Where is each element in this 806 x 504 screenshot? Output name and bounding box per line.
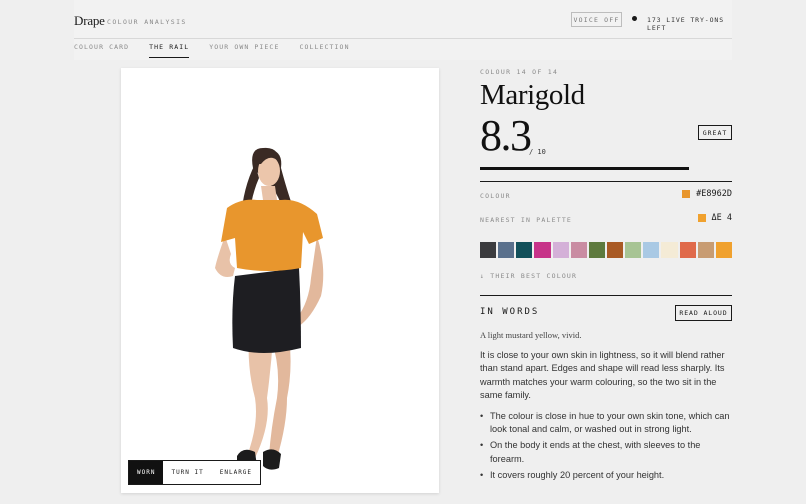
tab-collection[interactable]: COLLECTION bbox=[299, 41, 349, 58]
best-colour-link[interactable]: ↓ THEIR BEST COLOUR bbox=[480, 272, 732, 280]
score-row: 8.3 / 10 GREAT bbox=[480, 111, 732, 164]
header-divider bbox=[74, 38, 732, 39]
colour-hex: #E8962D bbox=[696, 189, 732, 199]
nearest-swatch-icon bbox=[697, 214, 706, 222]
worn-button[interactable]: WORN bbox=[129, 461, 164, 484]
palette-swatch[interactable] bbox=[643, 242, 660, 258]
palette-swatch[interactable] bbox=[534, 242, 551, 258]
palette-swatch[interactable] bbox=[570, 242, 587, 258]
palette-swatch[interactable] bbox=[552, 242, 569, 258]
palette-swatch[interactable] bbox=[661, 242, 678, 258]
brand-logo[interactable]: Drape bbox=[74, 13, 105, 29]
palette-swatch[interactable] bbox=[606, 242, 624, 258]
score-bar bbox=[480, 167, 732, 170]
colour-name: Marigold bbox=[480, 79, 585, 111]
voice-toggle-button[interactable]: VOICE OFF bbox=[571, 12, 622, 27]
palette-swatch[interactable] bbox=[679, 242, 696, 258]
list-item: On the body it ends at the chest, with s… bbox=[480, 439, 732, 466]
nearest-delta: ΔE 4 bbox=[711, 213, 732, 223]
tab-bar: COLOUR CARD THE RAIL YOUR OWN PIECE COLL… bbox=[74, 41, 370, 58]
description-bullets: The colour is close in hue to your own s… bbox=[480, 410, 732, 483]
list-item: It covers roughly 20 percent of your hei… bbox=[480, 469, 732, 483]
tryons-remaining: 173 LIVE TRY-ONS LEFT bbox=[647, 16, 725, 32]
palette-swatch[interactable] bbox=[480, 242, 497, 258]
palette-swatch[interactable] bbox=[625, 242, 642, 258]
list-item: The colour is close in hue to your own s… bbox=[480, 410, 732, 437]
photo-view-controls: WORN TURN IT ENLARGE bbox=[128, 460, 262, 485]
colour-detail-panel: COLOUR 14 OF 14 Marigold 8.3 / 10 GREAT … bbox=[480, 68, 732, 486]
status-dot-icon bbox=[632, 16, 637, 21]
top-bar: Drape COLOUR ANALYSIS VOICE OFF 173 LIVE… bbox=[74, 0, 732, 60]
colour-value: #E8962D bbox=[682, 189, 732, 199]
nearest-row: NEAREST IN PALETTE ΔE 4 bbox=[480, 206, 732, 230]
nearest-value: ΔE 4 bbox=[697, 213, 732, 223]
description-paragraph: It is close to your own skin in lightnes… bbox=[480, 350, 725, 401]
colour-counter: COLOUR 14 OF 14 bbox=[480, 68, 559, 76]
palette-swatch[interactable] bbox=[516, 242, 533, 258]
turn-it-button[interactable]: TURN IT bbox=[163, 461, 211, 484]
brand-subtitle: COLOUR ANALYSIS bbox=[107, 18, 187, 26]
score-out-of: / 10 bbox=[529, 148, 546, 156]
palette-swatch[interactable] bbox=[715, 242, 732, 258]
tab-colour-card[interactable]: COLOUR CARD bbox=[74, 41, 129, 58]
score-bar-fill bbox=[480, 167, 690, 170]
colour-row: COLOUR #E8962D bbox=[480, 182, 732, 206]
palette-swatch[interactable] bbox=[588, 242, 605, 258]
score-value: 8.3 bbox=[480, 111, 532, 160]
read-aloud-button[interactable]: READ ALOUD bbox=[675, 305, 732, 321]
try-on-photo: WORN TURN IT ENLARGE bbox=[121, 68, 439, 493]
in-words-title: IN WORDS bbox=[480, 307, 540, 317]
palette-swatch[interactable] bbox=[498, 242, 515, 258]
palette-swatch[interactable] bbox=[697, 242, 714, 258]
palette-swatches bbox=[480, 242, 732, 258]
tab-the-rail[interactable]: THE RAIL bbox=[149, 41, 190, 58]
rating-badge: GREAT bbox=[698, 125, 732, 140]
in-words-header: IN WORDS READ ALOUD bbox=[480, 296, 732, 326]
nearest-label: NEAREST IN PALETTE bbox=[480, 216, 573, 224]
enlarge-button[interactable]: ENLARGE bbox=[212, 461, 260, 484]
tab-your-own-piece[interactable]: YOUR OWN PIECE bbox=[209, 41, 279, 58]
model-illustration bbox=[215, 147, 324, 470]
colour-swatch-icon bbox=[682, 190, 691, 198]
colour-tagline: A light mustard yellow, vivid. bbox=[480, 330, 582, 340]
colour-label: COLOUR bbox=[480, 192, 511, 200]
